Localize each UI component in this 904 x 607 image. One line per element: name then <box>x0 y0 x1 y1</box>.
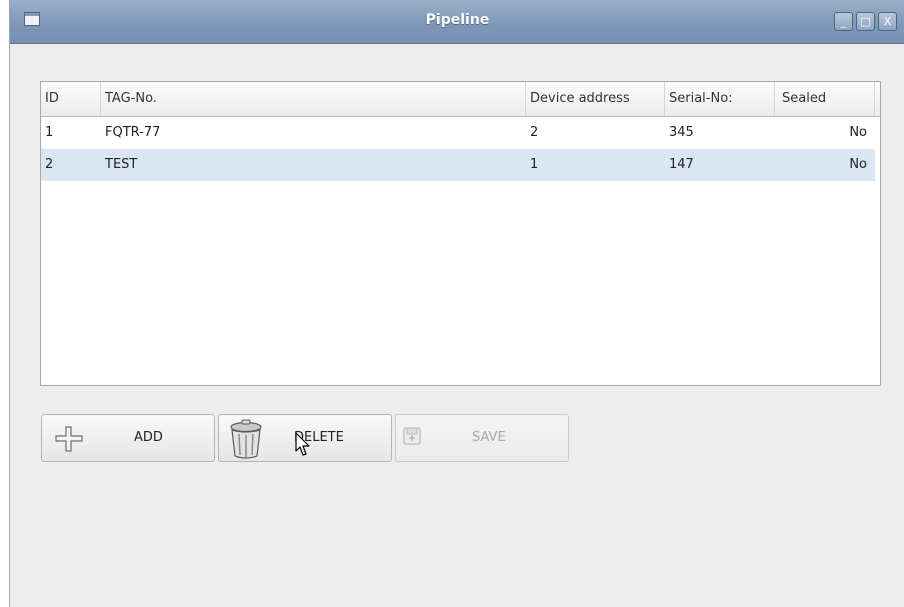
column-header-id[interactable]: ID <box>41 82 101 116</box>
device-table[interactable]: ID TAG-No. Device address Serial-No: Sea… <box>40 81 881 386</box>
title-bar[interactable]: Pipeline _ □ X <box>10 0 904 44</box>
save-disk-icon <box>403 427 421 445</box>
add-button-label: ADD <box>134 430 163 445</box>
save-button[interactable]: SAVE <box>395 414 569 462</box>
close-button[interactable]: X <box>878 12 897 31</box>
minimize-button[interactable]: _ <box>834 12 853 31</box>
maximize-button[interactable]: □ <box>856 12 875 31</box>
cell-id: 2 <box>45 157 54 172</box>
column-header-device-address[interactable]: Device address <box>526 82 665 116</box>
table-header: ID TAG-No. Device address Serial-No: Sea… <box>41 82 880 117</box>
close-icon: X <box>883 15 892 28</box>
cell-serial: 345 <box>669 125 694 140</box>
add-button[interactable]: ADD <box>41 414 215 462</box>
delete-button[interactable]: DELETE <box>218 414 392 462</box>
table-row[interactable]: 1 FQTR-77 2 345 No <box>41 117 875 149</box>
plus-icon <box>55 426 83 452</box>
maximize-icon: □ <box>860 15 871 28</box>
cell-serial: 147 <box>669 157 694 172</box>
cell-id: 1 <box>45 125 54 140</box>
delete-button-label: DELETE <box>294 430 344 445</box>
table-row[interactable]: 2 TEST 1 147 No <box>41 149 875 181</box>
column-header-tag[interactable]: TAG-No. <box>101 82 526 116</box>
cell-tag: FQTR-77 <box>105 125 161 140</box>
cell-sealed: No <box>849 125 867 140</box>
trash-can-icon <box>230 419 262 459</box>
cell-device-address: 1 <box>530 157 539 172</box>
cell-device-address: 2 <box>530 125 539 140</box>
column-header-sealed[interactable]: Sealed <box>775 82 875 116</box>
save-button-label: SAVE <box>472 430 506 445</box>
window-title: Pipeline <box>425 12 490 28</box>
minimize-icon: _ <box>840 15 847 28</box>
pipeline-window: Pipeline _ □ X ID TAG-No. Device address… <box>9 0 904 607</box>
column-header-serial[interactable]: Serial-No: <box>665 82 775 116</box>
cell-sealed: No <box>849 157 867 172</box>
cell-tag: TEST <box>105 157 138 172</box>
